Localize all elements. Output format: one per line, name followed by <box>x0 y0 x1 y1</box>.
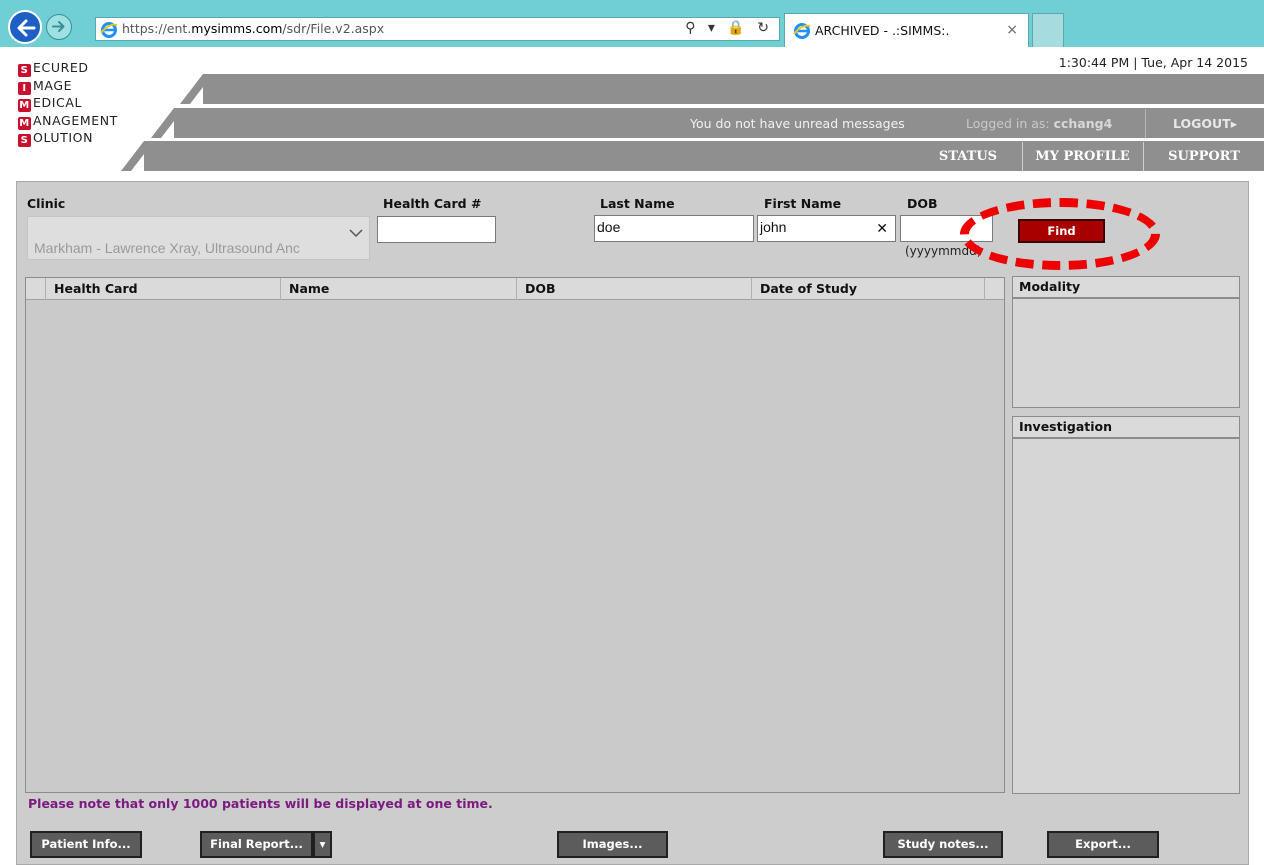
messages-status[interactable]: You do not have unread messages <box>690 116 905 131</box>
logged-in-info: Logged in as: cchang4 <box>966 116 1112 131</box>
last-name-input[interactable]: doe <box>594 215 754 242</box>
column-dob[interactable]: DOB <box>517 278 752 300</box>
logout-button[interactable]: LOGOUT▸ <box>1145 109 1264 138</box>
patient-info-button[interactable]: Patient Info... <box>30 831 142 858</box>
first-name-label: First Name <box>764 196 842 211</box>
logged-in-label: Logged in as: <box>966 116 1054 131</box>
grid-select-column[interactable] <box>26 278 46 300</box>
investigation-list[interactable] <box>1012 438 1240 794</box>
column-name[interactable]: Name <box>281 278 517 300</box>
clinic-select[interactable]: Markham - Lawrence Xray, Ultrasound Anc <box>27 216 370 260</box>
logged-in-user: cchang4 <box>1053 116 1113 131</box>
first-name-input[interactable]: john ✕ <box>757 215 896 242</box>
results-limit-note: Please note that only 1000 patients will… <box>28 796 493 811</box>
modality-list[interactable] <box>1012 298 1240 408</box>
final-report-dropdown-icon[interactable]: ▾ <box>313 831 332 858</box>
clinic-select-value: Markham - Lawrence Xray, Ultrasound Anc <box>34 240 300 256</box>
header-band-top <box>203 74 1264 104</box>
nav-my-profile[interactable]: MY PROFILE <box>1022 142 1142 171</box>
modality-header: Modality <box>1012 276 1240 298</box>
results-grid[interactable]: Health Card Name DOB Date of Study <box>25 277 1005 793</box>
dob-label: DOB <box>907 196 938 211</box>
clinic-label: Clinic <box>27 196 66 211</box>
nav-support[interactable]: SUPPORT <box>1143 142 1264 171</box>
health-card-label: Health Card # <box>383 196 482 211</box>
find-button-highlight <box>960 198 1160 270</box>
images-button[interactable]: Images... <box>557 831 668 858</box>
last-name-label: Last Name <box>600 196 675 211</box>
column-date-of-study[interactable]: Date of Study <box>752 278 985 300</box>
results-grid-header: Health Card Name DOB Date of Study <box>26 278 1004 300</box>
export-button[interactable]: Export... <box>1047 831 1159 858</box>
first-name-value: john <box>760 219 787 235</box>
nav-status[interactable]: STATUS <box>916 142 1020 171</box>
final-report-button[interactable]: Final Report... <box>200 831 313 858</box>
study-notes-button[interactable]: Study notes... <box>883 831 1003 858</box>
investigation-header: Investigation <box>1012 416 1240 438</box>
chevron-down-icon <box>349 229 363 238</box>
last-name-value: doe <box>597 219 621 235</box>
clear-icon[interactable]: ✕ <box>876 221 888 237</box>
health-card-input[interactable] <box>377 216 496 243</box>
column-health-card[interactable]: Health Card <box>46 278 281 300</box>
grid-scroll-header <box>985 278 1004 300</box>
